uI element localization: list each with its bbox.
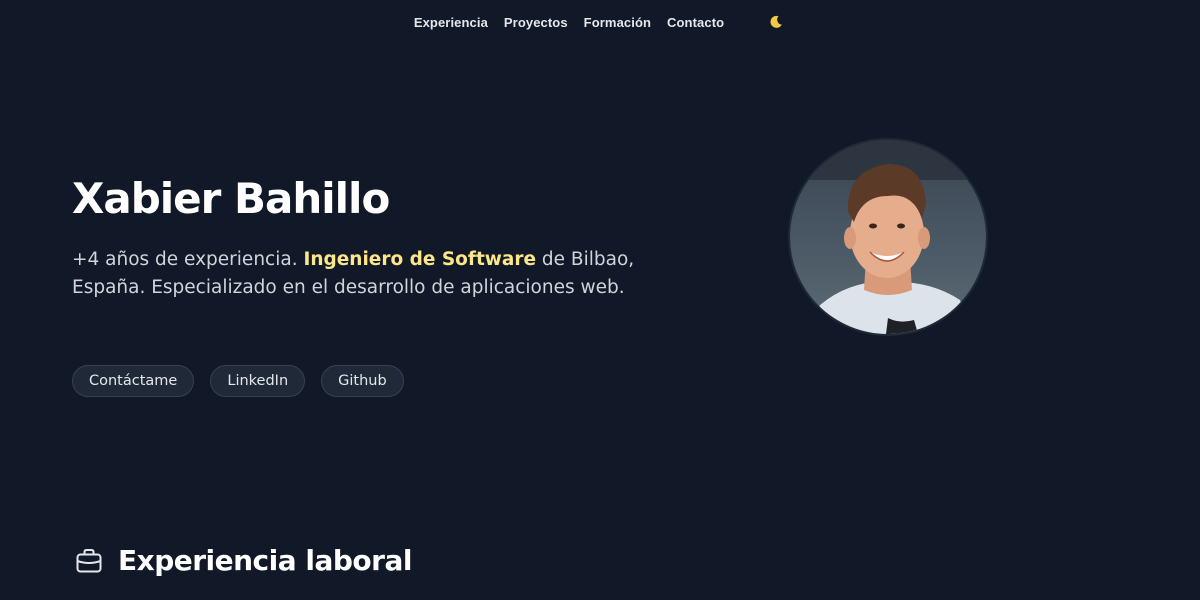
nav-item-experiencia[interactable]: Experiencia [414, 15, 488, 30]
hero-desc-highlight: Ingeniero de Software [303, 249, 537, 270]
page: Experiencia Proyectos Formación Contacto… [0, 0, 1200, 600]
section-title: Experiencia laboral [118, 544, 412, 577]
avatar [790, 140, 986, 334]
github-button[interactable]: Github [321, 365, 404, 397]
nav-item-proyectos[interactable]: Proyectos [504, 15, 568, 30]
hero-description: +4 años de experiencia. Ingeniero de Sof… [72, 246, 712, 302]
nav-links: Experiencia Proyectos Formación Contacto [414, 12, 786, 32]
hero-name: Xabier Bahillo [72, 174, 390, 223]
nav-item-contacto[interactable]: Contacto [667, 15, 724, 30]
experience-section-header: Experiencia laboral [74, 544, 412, 577]
theme-toggle-button[interactable] [766, 12, 786, 32]
hero-buttons: Contáctame LinkedIn Github [72, 365, 404, 397]
nav-item-formacion[interactable]: Formación [584, 15, 651, 30]
briefcase-icon [76, 548, 102, 572]
profile-photo [790, 140, 986, 334]
hero-desc-part1: +4 años de experiencia. [72, 249, 304, 270]
linkedin-button[interactable]: LinkedIn [210, 365, 306, 397]
top-nav: Experiencia Proyectos Formación Contacto [0, 0, 1200, 44]
contact-button[interactable]: Contáctame [72, 365, 195, 397]
moon-icon [770, 15, 782, 28]
